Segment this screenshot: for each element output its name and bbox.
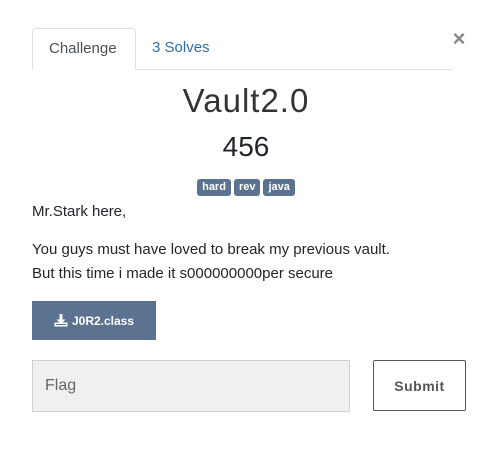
challenge-tags: hard rev java <box>0 179 492 196</box>
challenge-name: Vault2.0 <box>182 82 310 119</box>
tag-badge: rev <box>233 179 261 196</box>
file-download-button[interactable]: J0R2.class <box>32 301 156 340</box>
close-button[interactable]: × <box>450 28 468 50</box>
description-line: But this time i made it s000000000per se… <box>32 265 334 282</box>
tab-solves[interactable]: 3 Solves <box>136 28 226 68</box>
tag-badge: java <box>263 179 295 196</box>
submit-button[interactable]: Submit <box>373 360 466 411</box>
description-line: You guys must have loved to break my pre… <box>32 241 390 258</box>
challenge-value: 456 <box>222 131 270 162</box>
challenge-tabs: Challenge 3 Solves <box>32 28 452 70</box>
description-line: Mr.Stark here, <box>32 203 127 220</box>
tab-challenge[interactable]: Challenge <box>32 28 136 70</box>
file-name: J0R2.class <box>71 313 135 328</box>
challenge-modal: × Challenge 3 Solves Vault2.0 456 hard r… <box>0 0 492 456</box>
description-line: You guys must have loved to break my pre… <box>32 238 472 286</box>
download-icon <box>54 314 68 327</box>
flag-input[interactable] <box>32 360 350 412</box>
tag-badge: hard <box>197 179 231 196</box>
challenge-description: Mr.Stark here, You guys must have loved … <box>32 200 472 286</box>
